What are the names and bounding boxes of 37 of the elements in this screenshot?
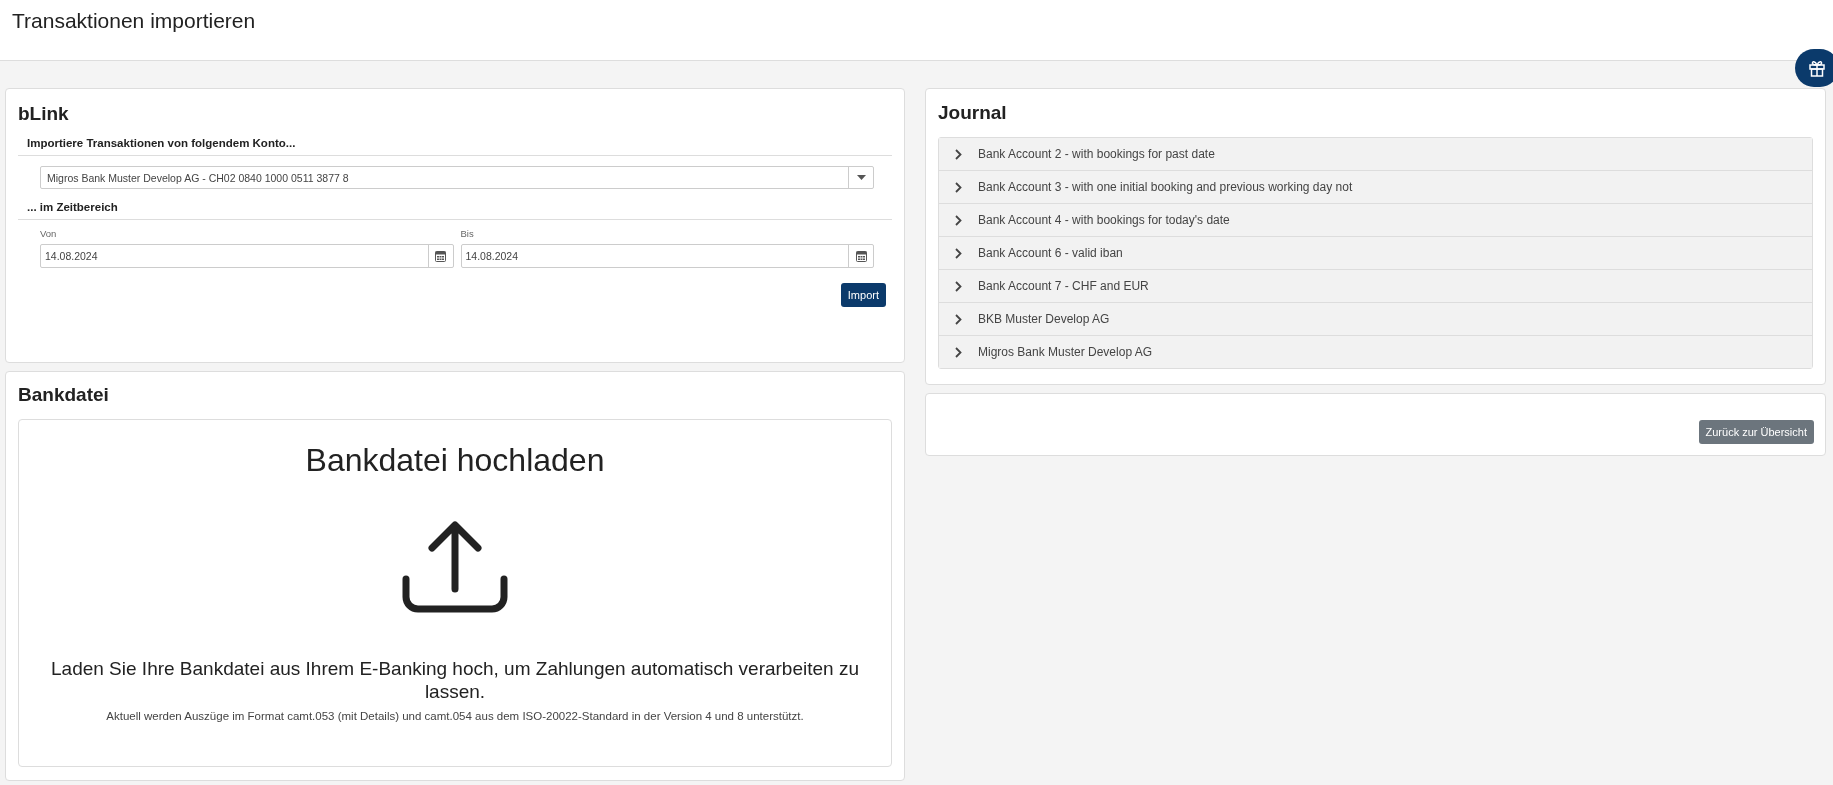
card-title: Journal	[938, 102, 1008, 124]
chevron-icon	[955, 346, 962, 358]
section-heading: Importiere Transaktionen von folgendem Konto...	[18, 125, 892, 156]
upload-icon	[402, 521, 508, 613]
account-select[interactable]: Migros Bank Muster Develop AG - CH02 0840 1000 0511 3877 8	[40, 166, 874, 189]
chevron-icon	[955, 280, 962, 292]
journal-item[interactable]: Bank Account 4 - with bookings for today's date	[939, 203, 1812, 236]
field-label: Bis	[460, 228, 475, 239]
gift-icon	[1808, 59, 1826, 77]
journal-item[interactable]: Bank Account 2 - with bookings for past date	[939, 138, 1812, 170]
field-label: Von	[40, 228, 58, 239]
date-field[interactable]: 14.08.2024	[460, 244, 874, 268]
section-heading: ... im Zeitbereich	[18, 189, 892, 220]
card-title: Bankdatei	[18, 384, 110, 406]
format-note: Aktuell werden Auszüge im Format camt.053 (mit Details) und camt.054 aus dem ISO-20022-Standard in der Version 4 und 8 unterstützt.	[106, 710, 804, 722]
import-button[interactable]: Import	[840, 283, 886, 307]
chevron-icon	[955, 313, 962, 325]
chevron-icon	[955, 247, 962, 259]
back-button[interactable]: Zurück zur Übersicht	[1698, 420, 1814, 444]
card-title: bLink	[18, 103, 70, 125]
upload-description: Laden Sie Ihre Bankdatei aus Ihrem E-Banking hoch, um Zahlungen automatisch verarbeiten zu lassen.	[50, 657, 860, 703]
calendar-icon	[855, 250, 867, 262]
page-title: Transaktionen importieren	[12, 9, 257, 33]
gift-button[interactable]	[1795, 49, 1833, 87]
chevron-icon	[955, 148, 962, 160]
journal-item[interactable]: Migros Bank Muster Develop AG	[939, 335, 1812, 368]
journal-item[interactable]: BKB Muster Develop AG	[939, 302, 1812, 335]
journal-item[interactable]: Bank Account 7 - CHF and EUR	[939, 269, 1812, 302]
calendar-icon	[435, 250, 446, 262]
journal-item[interactable]: Bank Account 3 - with one initial booking and previous working day not	[939, 170, 1812, 203]
upload-title: Bankdatei hochladen	[305, 442, 605, 479]
chevron-icon	[955, 181, 962, 193]
journal-item[interactable]: Bank Account 6 - valid iban	[939, 236, 1812, 269]
date-field[interactable]: 14.08.2024	[40, 244, 454, 268]
chevron-icon	[955, 214, 962, 226]
upload-dropzone[interactable]	[18, 419, 892, 767]
caret-icon	[856, 175, 866, 180]
